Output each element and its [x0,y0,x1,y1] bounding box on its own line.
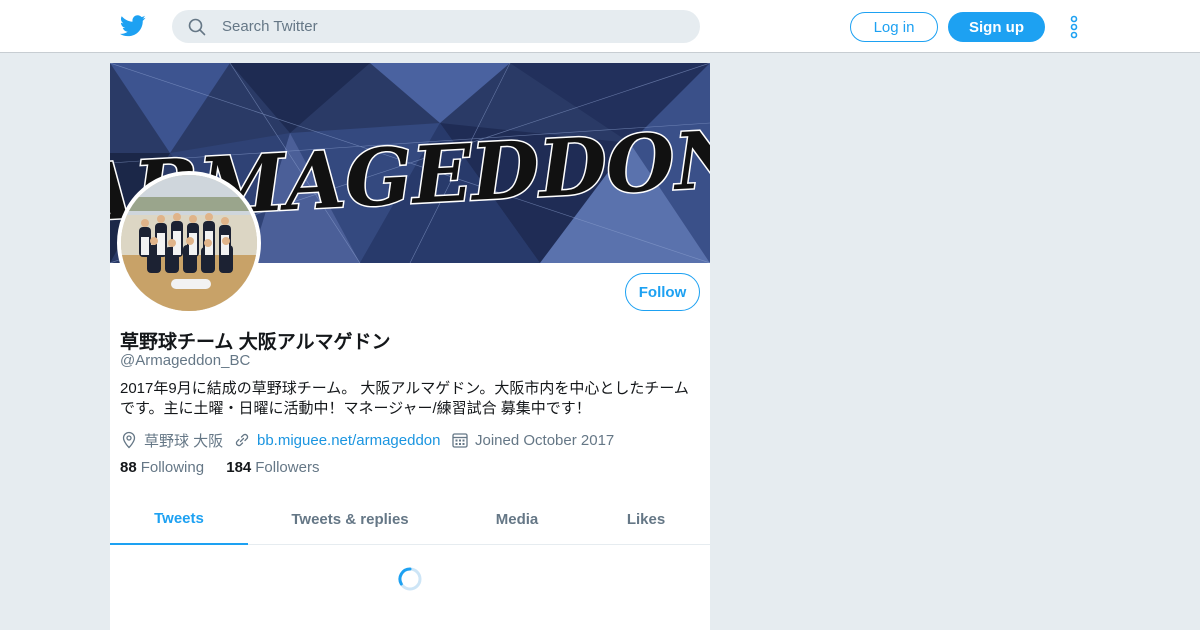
calendar-icon [452,433,468,448]
profile-handle: @Armageddon_BC [120,352,251,369]
more-vertical-icon[interactable] [1068,14,1080,40]
profile-avatar[interactable] [117,171,261,315]
twitter-bird-icon[interactable] [120,14,146,38]
top-navigation-bar: Log in Sign up [0,0,1200,53]
profile-website[interactable]: bb.miguee.net/armageddon [233,429,440,451]
following-label: Following [140,459,205,476]
log-in-button[interactable]: Log in [850,12,938,42]
location-icon [122,431,136,449]
search-input[interactable] [222,10,682,43]
tab-tweets-replies[interactable]: Tweets & replies [272,494,428,545]
search-icon [188,18,206,36]
tab-likes[interactable]: Likes [606,494,686,545]
following-count: 88 [120,459,137,476]
profile-stats: 88 Following 184 Followers [120,459,319,476]
team-photo [121,175,257,311]
following-stat[interactable]: 88 Following [120,459,208,476]
sign-up-button[interactable]: Sign up [948,12,1045,42]
profile-tabs: Tweets Tweets & replies Media Likes [110,494,710,545]
follow-button[interactable]: Follow [625,273,700,311]
profile-joined: Joined October 2017 [451,429,614,451]
profile-location: 草野球 大阪 [120,429,223,451]
link-icon [235,433,249,447]
search-box[interactable] [172,10,700,43]
loading-spinner-icon [398,567,422,591]
followers-stat[interactable]: 184 Followers [226,459,319,476]
profile-bio: 2017年9月に結成の草野球チーム。 大阪アルマゲドン。大阪市内を中心としたチー… [120,380,689,417]
profile-card: ARMAGEDDON Follow 草野球チーム 大阪アルマゲドン @Armag… [110,63,710,630]
location-text: 草野球 大阪 [144,432,224,450]
tab-tweets[interactable]: Tweets [110,494,248,545]
profile-display-name: 草野球チーム 大阪アルマゲドン [120,332,391,353]
followers-count: 184 [226,459,252,476]
website-link[interactable]: bb.miguee.net/armageddon [257,432,440,449]
joined-text: Joined October 2017 [475,431,615,449]
tab-media[interactable]: Media [465,494,569,545]
followers-label: Followers [255,459,320,476]
